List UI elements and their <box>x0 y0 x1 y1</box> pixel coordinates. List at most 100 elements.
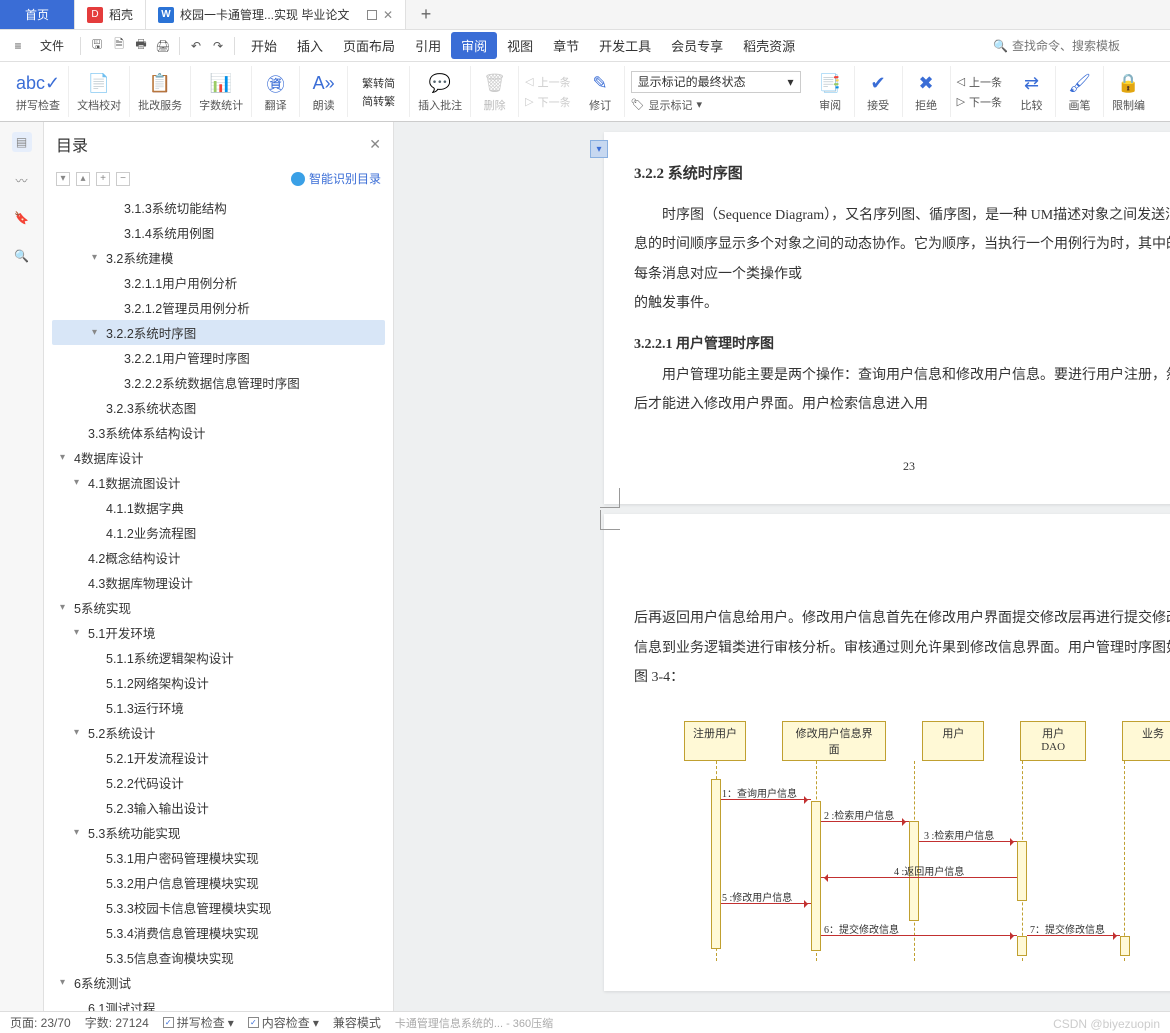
status-contentcheck[interactable]: ✓内容检查▾ <box>248 1014 319 1031</box>
hamburger-icon[interactable]: ≡ <box>8 36 28 56</box>
show-marks[interactable]: 🏷显示标记▾ <box>631 97 801 113</box>
caret-icon[interactable]: ▾ <box>74 727 88 738</box>
toc-item[interactable]: ▸5.2.3输入输出设计 <box>52 795 385 820</box>
caret-icon[interactable]: ▾ <box>60 452 74 463</box>
ribbon-review[interactable]: 📑审阅 <box>807 66 855 117</box>
level-down-icon[interactable]: ▾ <box>56 172 70 186</box>
undo-icon[interactable]: ↶ <box>186 36 206 56</box>
toc-item[interactable]: ▾3.2系统建模 <box>52 245 385 270</box>
ribbon-wordcount[interactable]: 📊字数统计 <box>191 66 252 117</box>
toc-item[interactable]: ▸3.2.2.2系统数据信息管理时序图 <box>52 370 385 395</box>
menu-tab-7[interactable]: 开发工具 <box>589 32 661 59</box>
menu-tab-4[interactable]: 审阅 <box>451 32 497 59</box>
toc-item[interactable]: ▸4.3数据库物理设计 <box>52 570 385 595</box>
toc-item[interactable]: ▸5.1.2网络架构设计 <box>52 670 385 695</box>
outline-icon[interactable]: ▤ <box>12 132 32 152</box>
toc-item[interactable]: ▸5.2.1开发流程设计 <box>52 745 385 770</box>
smart-outline[interactable]: 智能识别目录 <box>291 170 381 187</box>
toc-item[interactable]: ▾6系统测试 <box>52 970 385 995</box>
page-marker-icon[interactable]: ▾ <box>590 140 608 158</box>
redo-icon[interactable]: ↷ <box>208 36 228 56</box>
toc-item[interactable]: ▸3.1.3系统切能结构 <box>52 195 385 220</box>
ribbon-reject[interactable]: ✖拒绝 <box>903 66 951 117</box>
close-icon[interactable]: ✕ <box>369 136 381 153</box>
toc-item[interactable]: ▸5.3.3校园卡信息管理模块实现 <box>52 895 385 920</box>
nav-icon[interactable]: 〰 <box>12 170 32 190</box>
tab-rke[interactable]: D 稻壳 <box>75 0 146 29</box>
menu-file[interactable]: 文件 <box>30 33 74 58</box>
toc-item[interactable]: ▸5.3.4消费信息管理模块实现 <box>52 920 385 945</box>
toc-item[interactable]: ▸4.1.1数据字典 <box>52 495 385 520</box>
search-box[interactable]: 🔍 <box>993 39 1162 53</box>
print-icon[interactable]: 🖶 <box>131 36 151 56</box>
toc-item[interactable]: ▸3.2.1.2管理员用例分析 <box>52 295 385 320</box>
toc-item[interactable]: ▾5.3系统功能实现 <box>52 820 385 845</box>
menu-tab-5[interactable]: 视图 <box>497 32 543 59</box>
ribbon-correction[interactable]: 📋批改服务 <box>130 66 191 117</box>
ribbon-simptrad[interactable]: 繁转简简转繁 <box>348 66 410 117</box>
document-view[interactable]: ▾ 3.2.2 系统时序图 时序图（Sequence Diagram），又名序列… <box>394 122 1170 1011</box>
toc-item[interactable]: ▸4.2概念结构设计 <box>52 545 385 570</box>
expand-icon[interactable]: + <box>96 172 110 186</box>
ribbon-spellcheck[interactable]: abc✓拼写检查 <box>8 66 69 117</box>
caret-icon[interactable]: ▾ <box>60 977 74 988</box>
toc-item[interactable]: ▸5.1.3运行环境 <box>52 695 385 720</box>
ribbon-translate[interactable]: ㊮翻译 <box>252 66 300 117</box>
toc-item[interactable]: ▾4数据库设计 <box>52 445 385 470</box>
status-wordcount[interactable]: 字数: 27124 <box>85 1014 149 1031</box>
toc-item[interactable]: ▸5.3.2用户信息管理模块实现 <box>52 870 385 895</box>
trad-to-simp[interactable]: 繁转简 <box>362 75 395 91</box>
status-spellcheck[interactable]: ✓拼写检查▾ <box>163 1014 234 1031</box>
menu-tab-8[interactable]: 会员专享 <box>661 32 733 59</box>
ribbon-insertcomment[interactable]: 💬插入批注 <box>410 66 471 117</box>
menu-tab-2[interactable]: 页面布局 <box>333 32 405 59</box>
ribbon-accept[interactable]: ✔接受 <box>855 66 903 117</box>
toc-item[interactable]: ▸5.2.2代码设计 <box>52 770 385 795</box>
ribbon-brush[interactable]: 🖌画笔 <box>1056 66 1104 117</box>
toc-item[interactable]: ▸5.1.1系统逻辑架构设计 <box>52 645 385 670</box>
search-input[interactable] <box>1012 39 1162 53</box>
toc-item[interactable]: ▸3.2.2.1用户管理时序图 <box>52 345 385 370</box>
simp-to-trad[interactable]: 简转繁 <box>362 93 395 109</box>
caret-icon[interactable]: ▾ <box>74 477 88 488</box>
menu-tab-6[interactable]: 章节 <box>543 32 589 59</box>
find-icon[interactable]: 🔍 <box>12 246 32 266</box>
toc-item[interactable]: ▾5.1开发环境 <box>52 620 385 645</box>
ribbon-docproof[interactable]: 📄文档校对 <box>69 66 130 117</box>
toc-item[interactable]: ▸4.1.2业务流程图 <box>52 520 385 545</box>
save-icon[interactable]: 🖫 <box>87 36 107 56</box>
toc-item[interactable]: ▸3.1.4系统用例图 <box>52 220 385 245</box>
caret-icon[interactable]: ▾ <box>74 827 88 838</box>
prev-change[interactable]: ◁上一条 <box>957 74 1002 90</box>
caret-icon[interactable]: ▾ <box>60 602 74 613</box>
toc-item[interactable]: ▾5系统实现 <box>52 595 385 620</box>
menu-tab-0[interactable]: 开始 <box>241 32 287 59</box>
tab-new[interactable]: + <box>406 0 446 29</box>
toc-item[interactable]: ▸6.1测试过程 <box>52 995 385 1011</box>
collapse-icon[interactable]: − <box>116 172 130 186</box>
ribbon-track[interactable]: ✎修订 <box>577 66 625 117</box>
status-page[interactable]: 页面: 23/70 <box>10 1014 71 1031</box>
toc-item[interactable]: ▾3.2.2系统时序图 <box>52 320 385 345</box>
next-change[interactable]: ▷下一条 <box>957 94 1002 110</box>
level-up-icon[interactable]: ▴ <box>76 172 90 186</box>
toc-item[interactable]: ▸3.3系统体系结构设计 <box>52 420 385 445</box>
save-as-icon[interactable]: 🗎 <box>109 36 129 56</box>
tab-document[interactable]: W 校园一卡通管理...实现 毕业论文 ✕ <box>146 0 406 29</box>
print-preview-icon[interactable]: 🖨 <box>153 36 173 56</box>
markup-combo[interactable]: 显示标记的最终状态▾ <box>631 71 801 93</box>
status-compat[interactable]: 兼容模式 <box>333 1014 381 1031</box>
menu-tab-3[interactable]: 引用 <box>405 32 451 59</box>
toc-item[interactable]: ▸3.2.1.1用户用例分析 <box>52 270 385 295</box>
window-restore-icon[interactable] <box>367 10 377 20</box>
caret-icon[interactable]: ▾ <box>74 627 88 638</box>
ribbon-restrict[interactable]: 🔒限制编 <box>1104 66 1153 117</box>
caret-icon[interactable]: ▾ <box>92 252 106 263</box>
ribbon-compare[interactable]: ⇄比较 <box>1008 66 1056 117</box>
menu-tab-9[interactable]: 稻壳资源 <box>733 32 805 59</box>
ribbon-readaloud[interactable]: A»朗读 <box>300 66 348 117</box>
toc-item[interactable]: ▾5.2系统设计 <box>52 720 385 745</box>
toc-item[interactable]: ▸3.2.3系统状态图 <box>52 395 385 420</box>
menu-tab-1[interactable]: 插入 <box>287 32 333 59</box>
outline-body[interactable]: ▸3.1.3系统切能结构▸3.1.4系统用例图▾3.2系统建模▸3.2.1.1用… <box>44 195 393 1011</box>
